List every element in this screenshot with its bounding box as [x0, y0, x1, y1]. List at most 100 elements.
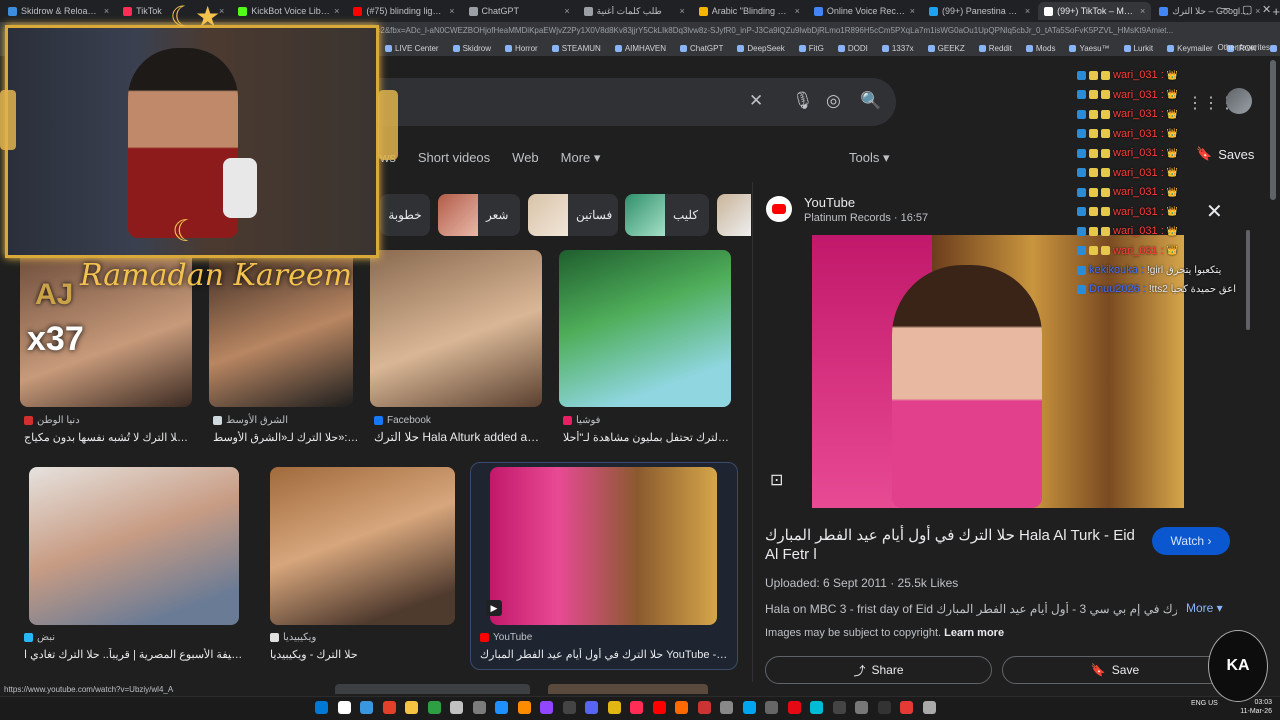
browser-tab[interactable]: KickBot Voice Library ×	[232, 2, 345, 20]
result-source-4[interactable]: فوشيا	[563, 415, 600, 426]
taskbar-app-icon[interactable]	[472, 701, 486, 714]
share-button[interactable]: ⤴ Share	[765, 656, 992, 684]
close-tab-icon[interactable]: ×	[334, 6, 339, 16]
chip-dresses[interactable]: فساتين	[528, 194, 618, 236]
bookmark-item[interactable]: GEEKZ	[927, 44, 965, 53]
bookmark-item[interactable]: DODI	[837, 44, 868, 53]
taskbar-app-icon[interactable]	[787, 701, 801, 714]
tools-button[interactable]: Tools ▾	[849, 150, 890, 166]
close-tab-icon[interactable]: ×	[564, 6, 569, 16]
close-tab-icon[interactable]: ×	[795, 6, 800, 16]
taskbar-app-icon[interactable]	[517, 701, 531, 714]
chip-engagement[interactable]: خطوبة	[380, 194, 430, 236]
taskbar-app-icon[interactable]	[585, 701, 598, 714]
bookmark-item[interactable]: FitG	[798, 44, 824, 53]
taskbar-app-icon[interactable]	[877, 701, 891, 714]
result-image-4[interactable]	[559, 250, 731, 407]
taskbar-app-icon[interactable]	[360, 701, 373, 714]
close-icon[interactable]: ✕	[1206, 199, 1223, 224]
taskbar-app-icon[interactable]	[855, 701, 868, 714]
close-tab-icon[interactable]: ×	[1140, 6, 1145, 16]
browser-tab[interactable]: Skidrow & Reloaded Games – Dow ×	[2, 2, 115, 20]
taskbar-app-icon[interactable]	[900, 701, 913, 714]
result-image-3[interactable]	[370, 250, 542, 407]
browser-tab[interactable]: ChatGPT ×	[463, 2, 576, 20]
more-button[interactable]: More ▾	[1186, 601, 1223, 615]
result-caption-6[interactable]: حلا الترك - ويكيبيديا	[270, 648, 420, 661]
taskbar-app-icon[interactable]	[427, 701, 441, 714]
taskbar-app-icon[interactable]	[922, 701, 936, 714]
taskbar-app-icon[interactable]	[315, 701, 328, 714]
page-scrollbar[interactable]	[1270, 60, 1276, 200]
avatar[interactable]	[1226, 88, 1252, 114]
bookmark-item[interactable]: LIVE Center	[385, 44, 439, 53]
close-window-icon[interactable]: ✕	[1262, 3, 1271, 16]
taskbar-app-icon[interactable]	[720, 701, 733, 714]
bookmark-item[interactable]: 1337x	[881, 44, 914, 53]
taskbar-app-icon[interactable]	[540, 701, 553, 714]
microphone-icon[interactable]: 🎙	[792, 91, 814, 111]
browser-tab[interactable]: (#75) blinding lights arabic @m ×	[347, 2, 460, 20]
taskbar-app-icon[interactable]	[382, 701, 396, 714]
result-image-partial[interactable]	[548, 684, 708, 694]
browser-tab[interactable]: Online Voice Recorder – Record ×	[808, 2, 921, 20]
close-tab-icon[interactable]: ×	[910, 6, 915, 16]
chip-clip[interactable]: كليب	[625, 194, 709, 236]
close-tab-icon[interactable]: ×	[679, 6, 684, 16]
bookmark-item[interactable]: Ubisoft	[1270, 44, 1280, 53]
taskbar-app-icon[interactable]	[630, 701, 643, 714]
google-lens-icon[interactable]: ⊡	[770, 470, 783, 490]
close-tab-icon[interactable]: ×	[1025, 6, 1030, 16]
watch-button[interactable]: Watch ›	[1152, 527, 1230, 555]
bookmark-item[interactable]: Horror	[505, 44, 538, 53]
google-lens-icon[interactable]: ◎	[826, 91, 841, 111]
other-bookmarks-button[interactable]: Other favorites	[1218, 43, 1270, 52]
maximize-icon[interactable]: ▢	[1242, 3, 1252, 16]
channel-source[interactable]: YouTube	[804, 195, 855, 210]
save-button[interactable]: 🔖 Save	[1002, 656, 1228, 684]
bookmark-item[interactable]: Lurkit	[1123, 44, 1153, 53]
taskbar-app-icon[interactable]	[562, 701, 576, 714]
chip-partial[interactable]	[717, 194, 751, 236]
taskbar-app-icon[interactable]	[742, 701, 756, 714]
result-caption-1[interactable]: حلا الترك لا تُشبه نفسها بدون مكياج.. …	[24, 431, 190, 444]
result-image-5[interactable]	[29, 467, 239, 625]
taskbar-app-icon[interactable]	[607, 701, 621, 714]
result-source-6[interactable]: ويكيبيديا	[270, 632, 316, 643]
video-title[interactable]: حلا الترك في أول أيام عيد الفطر المبارك …	[765, 526, 1145, 564]
chip-hair[interactable]: شعر	[438, 194, 520, 236]
bookmark-item[interactable]: Mods	[1025, 44, 1055, 53]
bookmark-item[interactable]: DeepSeek	[737, 44, 785, 53]
result-caption-5[interactable]: صحيفة الأسبوع المصرية | قريباً.. حلا الت…	[24, 648, 244, 661]
clear-search-icon[interactable]: ✕	[749, 91, 763, 111]
close-tab-icon[interactable]: ×	[449, 6, 454, 16]
result-image-partial[interactable]	[335, 684, 530, 694]
tab-web[interactable]: Web	[512, 150, 539, 166]
taskbar-app-icon[interactable]	[495, 701, 508, 714]
tab-more[interactable]: More ▾	[561, 150, 601, 166]
result-caption-2[interactable]: حلا الترك لـ«الشرق الأوسط»: …	[213, 431, 359, 444]
language-indicator[interactable]: ENG US	[1191, 700, 1218, 708]
panel-scrollbar[interactable]	[1246, 230, 1250, 330]
taskbar-app-icon[interactable]	[810, 701, 823, 714]
taskbar-app-icon[interactable]	[675, 701, 688, 714]
taskbar-app-icon[interactable]	[652, 701, 666, 714]
bookmark-item[interactable]: AIMHAVEN	[614, 44, 666, 53]
bookmark-item[interactable]: Keymailer	[1167, 44, 1213, 53]
result-source-3[interactable]: Facebook	[374, 415, 431, 426]
bookmark-item[interactable]: Yaesu™	[1069, 44, 1110, 53]
bookmark-item[interactable]: ChatGPT	[680, 44, 723, 53]
result-source-7[interactable]: YouTube	[480, 632, 532, 643]
bookmark-item[interactable]: Reddit	[978, 44, 1012, 53]
close-tab-icon[interactable]: ×	[1255, 6, 1260, 16]
result-source-2[interactable]: الشرق الأوسط	[213, 415, 288, 426]
result-caption-3[interactable]: حلا الترك Hala Alturk added a…	[374, 430, 544, 444]
taskbar-app-icon[interactable]	[697, 701, 711, 714]
saves-button[interactable]: 🔖 Saves	[1196, 146, 1254, 162]
bookmark-item[interactable]: Skidrow	[452, 44, 491, 53]
browser-tab[interactable]: طلب كلمات أغنية ×	[578, 2, 691, 20]
taskbar-app-icon[interactable]	[765, 701, 778, 714]
result-source-5[interactable]: نبض	[24, 632, 55, 643]
browser-tab[interactable]: (99+) TikTok – Make Your Day ×	[1038, 2, 1152, 20]
result-image-7[interactable]	[490, 467, 717, 625]
